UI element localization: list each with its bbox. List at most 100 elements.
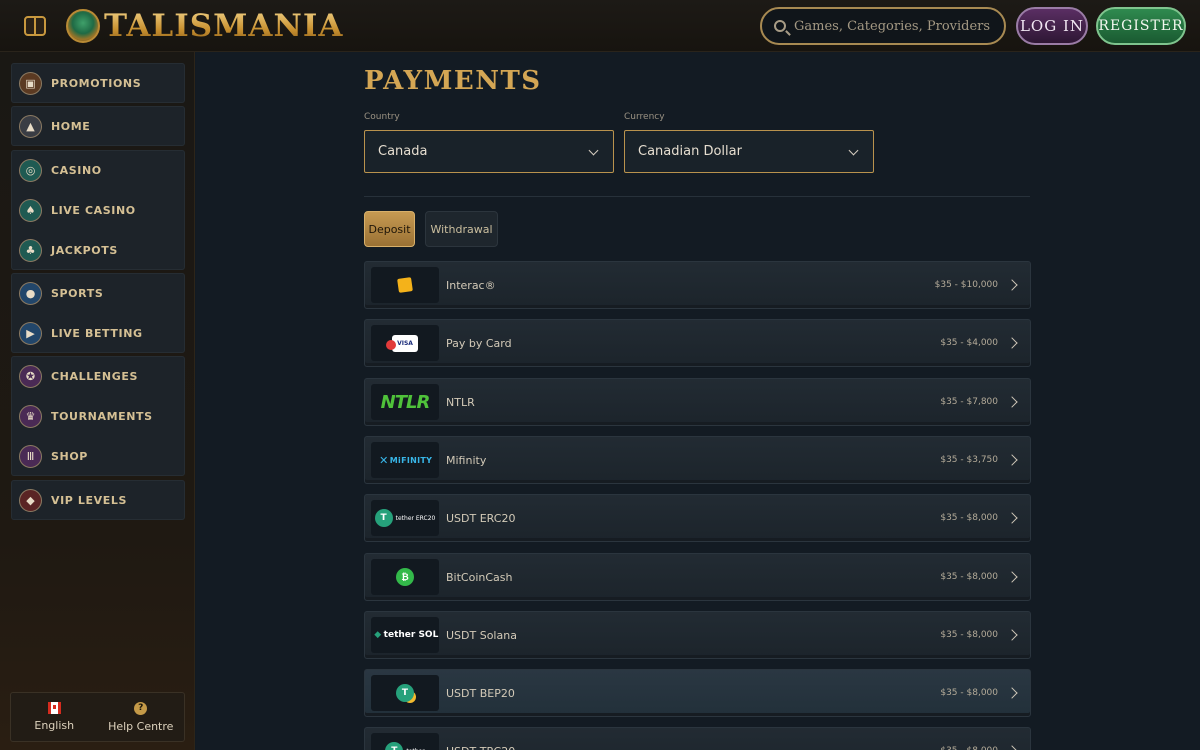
language-label: English — [34, 719, 75, 732]
clover-icon: ♣ — [19, 238, 42, 262]
sidebar-item-shop[interactable]: Ⅲ SHOP — [11, 436, 185, 476]
country-select[interactable]: Canada — [364, 130, 614, 173]
tether-diamond-icon: ◆ — [374, 630, 382, 640]
sidebar-group: ◆ VIP LEVELS — [11, 480, 185, 520]
sidebar-item-promotions[interactable]: ▣ PROMOTIONS — [11, 63, 185, 103]
sidebar-item-label: VIP LEVELS — [51, 493, 127, 507]
payment-method-name: NTLR — [446, 395, 475, 409]
payment-method-name: Interac® — [446, 278, 496, 292]
tether-logo-text: tether ERC20 — [395, 514, 436, 522]
sidebar-item-label: PROMOTIONS — [51, 76, 142, 90]
chevron-down-icon — [588, 145, 599, 156]
sidebar-item-challenges[interactable]: ✪ CHALLENGES — [11, 356, 185, 396]
register-button[interactable]: REGISTER — [1096, 7, 1186, 45]
chip-icon: ◎ — [19, 158, 42, 182]
sidebar-item-label: SHOP — [51, 449, 88, 463]
interac-logo-icon — [397, 277, 413, 293]
medal-icon: ✪ — [19, 364, 42, 388]
sidebar-item-sports[interactable]: ● SPORTS — [11, 273, 185, 313]
payment-logo: ₿ — [371, 559, 439, 595]
sidebar-item-jackpots[interactable]: ♣ JACKPOTS — [11, 230, 185, 270]
sidebar-item-live-casino[interactable]: ♠ LIVE CASINO — [11, 190, 185, 230]
canada-flag-icon — [47, 702, 61, 714]
tab-deposit[interactable]: Deposit — [364, 211, 415, 247]
ntlr-logo: NTLR — [380, 391, 431, 413]
sidebar-group: ✪ CHALLENGES ♛ TOURNAMENTS Ⅲ SHOP — [11, 356, 185, 476]
currency-label: Currency — [624, 112, 665, 122]
payment-method-name: BitCoinCash — [446, 570, 513, 584]
payment-method-row[interactable]: Ttether USDT TRC20 $35 - $8,000 — [364, 727, 1031, 750]
sidebar-item-label: JACKPOTS — [51, 243, 118, 257]
page-title: PAYMENTS — [364, 66, 542, 96]
tether-coin-icon: T — [374, 509, 393, 527]
payment-logo: ◆ tether SOL — [371, 617, 439, 653]
sidebar-toggle-icon[interactable] — [24, 16, 46, 36]
tab-withdrawal[interactable]: Withdrawal — [425, 211, 498, 247]
payment-method-row[interactable]: ◆ tether SOL USDT Solana $35 - $8,000 — [364, 611, 1031, 659]
chevron-right-icon — [1006, 571, 1018, 583]
ball-icon: ● — [19, 281, 42, 305]
trophy-icon: ♛ — [19, 404, 42, 428]
sidebar-item-label: HOME — [51, 119, 91, 133]
payment-logo: Ttether — [371, 733, 439, 750]
mifinity-logo: MiFINITY — [389, 455, 433, 465]
diamond-icon: ◆ — [19, 488, 42, 512]
tether-bep20-icon: T — [396, 684, 414, 702]
sidebar: ▣ PROMOTIONS ▲ HOME ◎ CASINO ♠ LIVE CASINO ♣ JACK… — [0, 52, 195, 750]
chevron-down-icon — [848, 145, 859, 156]
sidebar-group: ◎ CASINO ♠ LIVE CASINO ♣ JACKPOTS — [11, 150, 185, 270]
help-centre-link[interactable]: ? Help Centre — [98, 693, 185, 741]
sidebar-group: ● SPORTS ▶ LIVE BETTING — [11, 273, 185, 353]
sidebar-item-label: CASINO — [51, 163, 102, 177]
payment-limit-range: $35 - $8,000 — [940, 746, 998, 750]
language-selector[interactable]: English — [11, 693, 98, 741]
sidebar-item-live-betting[interactable]: ▶ LIVE BETTING — [11, 313, 185, 353]
main-content: PAYMENTS Country Canada Currency Canadia… — [196, 52, 1200, 750]
sidebar-group: ▣ PROMOTIONS — [11, 63, 185, 103]
payment-limit-range: $35 - $8,000 — [940, 688, 998, 698]
screen-icon: ▶ — [19, 321, 42, 345]
temple-icon: Ⅲ — [19, 444, 42, 468]
divider — [364, 196, 1030, 197]
search-icon — [774, 20, 786, 32]
payment-method-row[interactable]: Interac® $35 - $10,000 — [364, 261, 1031, 309]
help-centre-label: Help Centre — [108, 719, 174, 733]
brand-name: TALISMANIA — [104, 8, 344, 44]
payment-limit-range: $35 - $8,000 — [940, 572, 998, 582]
sidebar-item-home[interactable]: ▲ HOME — [11, 106, 185, 146]
payment-method-row[interactable]: NTLR NTLR $35 - $7,800 — [364, 378, 1031, 426]
chevron-right-icon — [1006, 337, 1018, 349]
gift-icon: ▣ — [19, 71, 42, 95]
currency-select[interactable]: Canadian Dollar — [624, 130, 874, 173]
payment-method-row[interactable]: Ttether ERC20 USDT ERC20 $35 - $8,000 — [364, 494, 1031, 542]
payment-logo: VISA — [371, 325, 439, 361]
payment-method-row[interactable]: VISA Pay by Card $35 - $4,000 — [364, 319, 1031, 367]
payment-method-row[interactable]: T USDT BEP20 $35 - $8,000 — [364, 669, 1031, 717]
payment-method-name: USDT TRC20 — [446, 745, 515, 750]
payment-method-name: USDT BEP20 — [446, 686, 515, 700]
sidebar-group: ▲ HOME — [11, 106, 185, 146]
sidebar-item-label: TOURNAMENTS — [51, 409, 153, 423]
payment-limit-range: $35 - $7,800 — [940, 397, 998, 407]
tether-logo-text: tether SOL — [383, 629, 439, 640]
payment-method-row[interactable]: ₿ BitCoinCash $35 - $8,000 — [364, 553, 1031, 601]
search-box[interactable] — [760, 7, 1006, 45]
payment-limit-range: $35 - $10,000 — [934, 280, 998, 290]
payment-limit-range: $35 - $8,000 — [940, 513, 998, 523]
search-input[interactable] — [794, 18, 994, 34]
payment-method-row[interactable]: ✕ MiFINITY Mifinity $35 - $3,750 — [364, 436, 1031, 484]
sidebar-item-label: CHALLENGES — [51, 369, 138, 383]
sidebar-item-tournaments[interactable]: ♛ TOURNAMENTS — [11, 396, 185, 436]
payment-method-name: Pay by Card — [446, 336, 512, 350]
currency-value: Canadian Dollar — [638, 144, 742, 159]
sidebar-item-label: SPORTS — [51, 286, 104, 300]
payment-logo: T — [371, 675, 439, 711]
sidebar-item-casino[interactable]: ◎ CASINO — [11, 150, 185, 190]
login-button[interactable]: LOG IN — [1016, 7, 1088, 45]
sidebar-item-vip-levels[interactable]: ◆ VIP LEVELS — [11, 480, 185, 520]
payment-logo — [371, 267, 439, 303]
sidebar-item-label: LIVE CASINO — [51, 203, 136, 217]
top-bar: TALISMANIA LOG IN REGISTER — [0, 0, 1200, 52]
mifinity-mark-icon: ✕ — [379, 453, 389, 467]
brand-logo[interactable]: TALISMANIA — [66, 7, 343, 45]
